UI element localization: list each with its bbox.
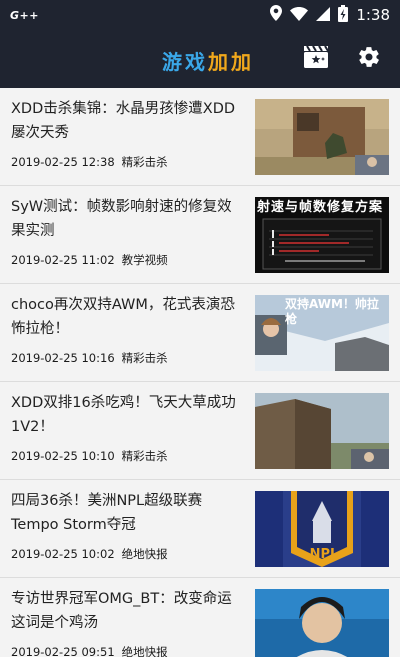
carrier-label: G++ — [10, 8, 39, 22]
article-title: 专访世界冠军OMG_BT：改变命运这词是个鸡汤 — [11, 591, 232, 631]
article-feed[interactable]: XDD击杀集锦：水晶男孩惨遭XDD屡次天秀 2019-02-25 12:38 精彩… — [0, 88, 400, 657]
article-date: 2019-02-25 10:10 — [11, 449, 115, 463]
article-date: 2019-02-25 11:02 — [11, 253, 115, 267]
signal-icon — [316, 6, 331, 25]
article-meta: 2019-02-25 11:02 教学视频 — [11, 252, 168, 268]
article-category: 教学视频 — [121, 253, 168, 267]
article-title: choco再次双持AWM，花式表演恐怖拉枪！ — [11, 297, 235, 337]
clock: 1:38 — [356, 6, 390, 24]
wifi-icon — [290, 6, 309, 25]
article-item[interactable]: XDD双排16杀吃鸡！飞天大草成功1V2！ 2019-02-25 10:10 精彩… — [0, 382, 400, 480]
app-title-part2: 加加 — [208, 50, 254, 74]
article-category: 精彩击杀 — [121, 351, 168, 365]
article-date: 2019-02-25 10:16 — [11, 351, 115, 365]
article-meta: 2019-02-25 10:10 精彩击杀 — [11, 448, 168, 464]
article-category: 绝地快报 — [121, 547, 168, 561]
article-meta: 2019-02-25 10:16 精彩击杀 — [11, 350, 168, 366]
location-icon — [270, 5, 283, 25]
article-title: XDD双排16杀吃鸡！飞天大草成功1V2！ — [11, 395, 236, 435]
video-clapper-icon — [304, 45, 329, 72]
status-bar: G++ 1:38 — [0, 0, 400, 30]
article-meta: 2019-02-25 09:51 绝地快报 — [11, 644, 168, 657]
settings-gear-icon — [357, 45, 381, 73]
article-meta: 2019-02-25 12:38 精彩击杀 — [11, 154, 168, 170]
app-title: 游戏加加 — [162, 46, 254, 75]
article-meta: 2019-02-25 10:02 绝地快报 — [11, 546, 168, 562]
app-title-part1: 游戏 — [162, 50, 208, 74]
article-date: 2019-02-25 12:38 — [11, 155, 115, 169]
article-thumbnail: NPL — [255, 491, 389, 567]
app-bar: 游戏加加 — [0, 30, 400, 88]
article-thumbnail — [255, 99, 389, 175]
settings-button[interactable] — [354, 44, 384, 74]
video-button[interactable] — [301, 44, 331, 74]
article-thumbnail: 双持AWM！帅拉枪 — [255, 295, 389, 371]
article-title: XDD击杀集锦：水晶男孩惨遭XDD屡次天秀 — [11, 101, 236, 141]
article-item[interactable]: SyW测试：帧数影响射速的修复效果实测 2019-02-25 11:02 教学视频… — [0, 186, 400, 284]
article-item[interactable]: 四局36杀！美洲NPL超级联赛Tempo Storm夺冠 2019-02-25 … — [0, 480, 400, 578]
article-item[interactable]: XDD击杀集锦：水晶男孩惨遭XDD屡次天秀 2019-02-25 12:38 精彩… — [0, 88, 400, 186]
article-category: 绝地快报 — [121, 645, 168, 657]
article-category: 精彩击杀 — [121, 449, 168, 463]
article-thumbnail: 射速与帧数修复方案 — [255, 197, 389, 273]
article-item[interactable]: 专访世界冠军OMG_BT：改变命运这词是个鸡汤 2019-02-25 09:51… — [0, 578, 400, 657]
article-date: 2019-02-25 10:02 — [11, 547, 115, 561]
thumbnail-caption: NPL — [309, 547, 339, 562]
thumbnail-caption: 双持AWM！帅拉枪 — [285, 297, 379, 326]
article-thumbnail — [255, 393, 389, 469]
article-date: 2019-02-25 09:51 — [11, 645, 115, 657]
article-thumbnail — [255, 589, 389, 657]
article-title: 四局36杀！美洲NPL超级联赛Tempo Storm夺冠 — [11, 493, 203, 533]
article-category: 精彩击杀 — [121, 155, 168, 169]
article-title: SyW测试：帧数影响射速的修复效果实测 — [11, 199, 232, 239]
status-icons: 1:38 — [270, 4, 390, 26]
article-item[interactable]: choco再次双持AWM，花式表演恐怖拉枪！ 2019-02-25 10:16 精… — [0, 284, 400, 382]
battery-charging-icon — [338, 4, 349, 26]
